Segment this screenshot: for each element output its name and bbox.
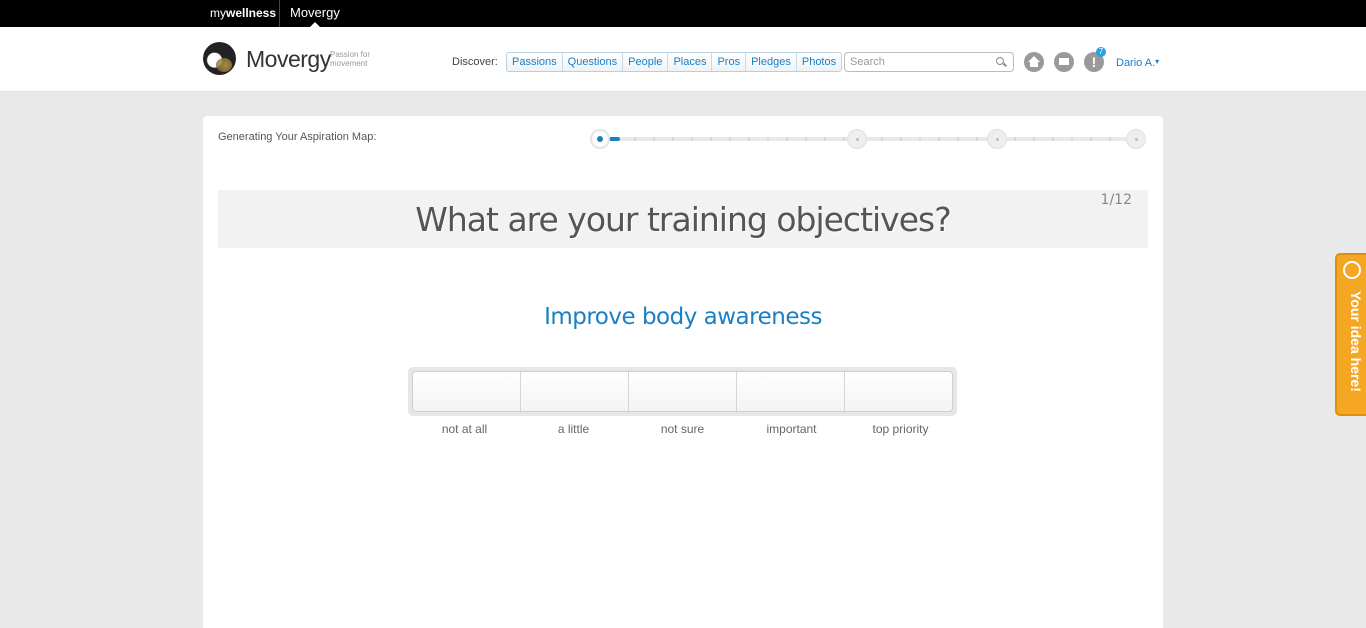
feedback-tab[interactable]: Your idea here! [1335, 253, 1366, 416]
user-menu[interactable]: Dario A.▾ [1116, 57, 1159, 69]
nav-pledges[interactable]: Pledges [746, 53, 797, 71]
rating-option-not-at-all[interactable] [413, 372, 521, 411]
rating-label: top priority [872, 422, 929, 436]
discover-nav: Passions Questions People Places Pros Pl… [506, 52, 843, 72]
rating-option-important[interactable] [737, 372, 845, 411]
brand-my: my [210, 6, 226, 20]
movergy-logo-icon[interactable] [203, 42, 236, 75]
tab-movergy[interactable]: Movergy [290, 5, 340, 20]
step-progress [590, 128, 1148, 150]
user-name: Dario A. [1116, 57, 1156, 69]
nav-photos[interactable]: Photos [797, 53, 841, 71]
rating-option-top-priority[interactable] [845, 372, 952, 411]
rating-option-not-sure[interactable] [629, 372, 737, 411]
brand-wellness: wellness [226, 6, 277, 20]
nav-places[interactable]: Places [668, 53, 713, 71]
site-header: Movergy Passion for movement Discover: P… [0, 27, 1366, 92]
search-input[interactable] [844, 52, 1014, 72]
question-counter: 1/12 [1100, 192, 1132, 208]
progress-node-4 [1126, 129, 1146, 149]
lightbulb-icon [1343, 261, 1361, 279]
notification-badge: 7 [1096, 47, 1106, 57]
nav-questions[interactable]: Questions [563, 53, 624, 71]
feedback-label: Your idea here! [1348, 291, 1364, 392]
rating-scale [408, 367, 957, 416]
rating-labels: not at all a little not sure important t… [410, 422, 955, 436]
mail-icon[interactable] [1054, 52, 1074, 72]
logo-text[interactable]: Movergy [246, 46, 331, 73]
nav-pros[interactable]: Pros [712, 53, 747, 71]
rating-label: not sure [660, 422, 705, 436]
logo-tagline: Passion for movement [330, 50, 371, 68]
nav-people[interactable]: People [623, 53, 669, 71]
search-icon[interactable] [996, 57, 1004, 65]
divider [279, 0, 280, 27]
objective-title: Improve body awareness [544, 304, 822, 330]
wizard-title: Generating Your Aspiration Map: [218, 131, 377, 143]
home-icon[interactable] [1024, 52, 1044, 72]
chevron-down-icon: ▾ [1155, 57, 1160, 66]
progress-node-2 [847, 129, 867, 149]
progress-track [598, 137, 1138, 141]
nav-passions[interactable]: Passions [507, 53, 563, 71]
discover-label: Discover: [452, 56, 498, 68]
mywellness-link[interactable]: mywellness [210, 6, 276, 20]
rating-label: a little [557, 422, 590, 436]
progress-node-3 [987, 129, 1007, 149]
question-title: What are your training objectives? [415, 200, 951, 239]
rating-label: important [766, 422, 817, 436]
rating-label: not at all [441, 422, 488, 436]
rating-option-a-little[interactable] [521, 372, 629, 411]
question-box: What are your training objectives? 1/12 [218, 190, 1148, 248]
rating-options [412, 371, 953, 412]
progress-node-1 [590, 129, 610, 149]
top-bar: mywellness Movergy [0, 0, 1366, 27]
